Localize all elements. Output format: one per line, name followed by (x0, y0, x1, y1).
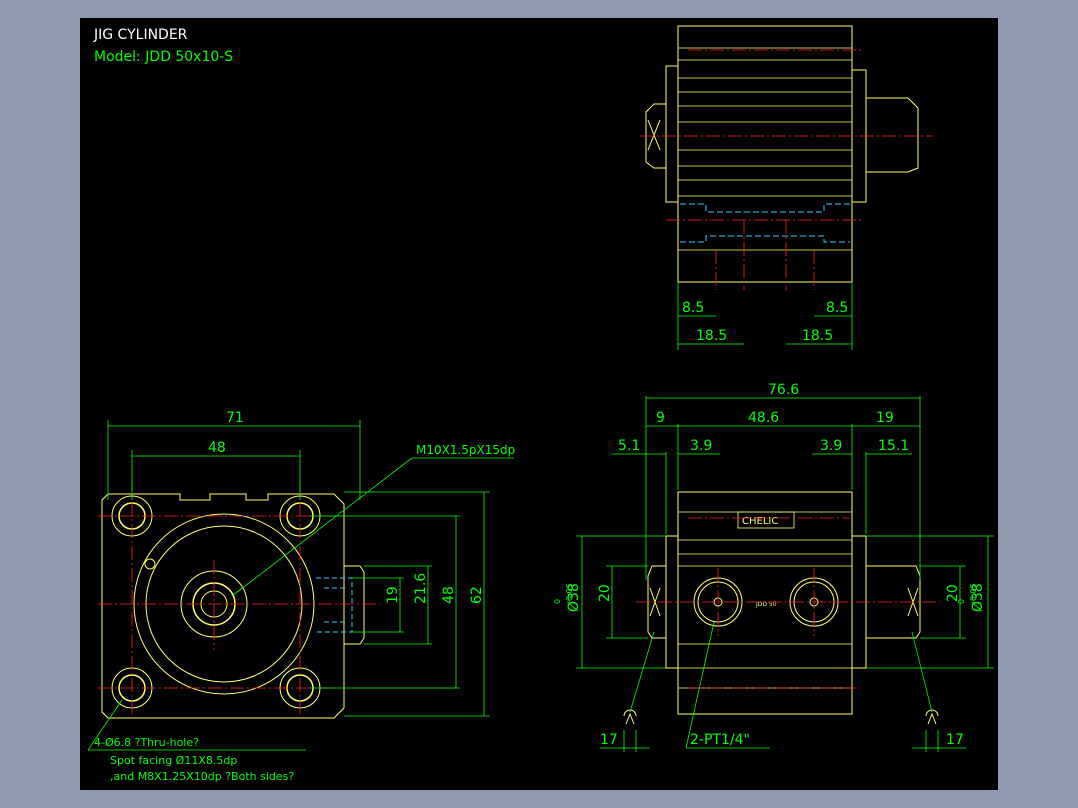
dim-15-1: 15.1 (878, 438, 909, 454)
thread-note: ,and M8X1.25X10dp ?Both sides? (110, 770, 294, 783)
dim-width-48: 48 (208, 440, 226, 456)
thread-callout: M10X1.5pX15dp (416, 443, 515, 457)
dim-overall-76-6: 76.6 (768, 382, 799, 398)
dim-48-6: 48.6 (748, 410, 779, 426)
drawing-canvas: JIG CYLINDER Model: JDD 50x10-S 8.5 8.5 … (80, 18, 998, 790)
dim-height-48: 48 (441, 586, 457, 604)
dim-height-62: 62 (469, 586, 485, 604)
dim-width-71: 71 (226, 410, 244, 426)
top-view-hidden (680, 203, 850, 243)
left-port-mark (647, 119, 661, 151)
dim-17-right: 17 (946, 732, 964, 748)
front-view (623, 491, 939, 725)
dim-20-left: 20 (597, 584, 613, 602)
top-view-dim-text: 8.5 8.5 18.5 18.5 (682, 300, 848, 344)
left-view (101, 493, 365, 719)
front-labels: CHELIC JDD 50 (742, 516, 778, 608)
hole-note: 4-Ø6.8 ?Thru-hole? (94, 736, 199, 749)
cad-drawing: 8.5 8.5 18.5 18.5 71 48 19 21.6 48 62 M1… (87, 25, 994, 783)
front-view-dim-text: 76.6 9 48.6 19 5.1 3.9 3.9 15.1 20 20 17… (553, 382, 986, 748)
tol-lower-right: -0.05 (969, 583, 978, 604)
dim-17-left: 17 (600, 732, 618, 748)
dim-top-18-5-right: 18.5 (802, 328, 833, 344)
dim-9: 9 (656, 410, 665, 426)
dim-height-21-6: 21.6 (413, 573, 429, 604)
tol-upper-right: 0 (957, 599, 966, 604)
dim-top-8-5-right: 8.5 (826, 300, 848, 316)
left-view-hidden (316, 577, 353, 633)
dim-19: 19 (876, 410, 894, 426)
front-view-centerlines (636, 517, 940, 689)
tol-upper-left: 0 (553, 599, 562, 604)
dim-3-9-right: 3.9 (820, 438, 842, 454)
dim-top-8-5-left: 8.5 (682, 300, 704, 316)
top-view-centerlines (640, 49, 932, 290)
dim-height-19: 19 (385, 586, 401, 604)
wrench-left (623, 709, 637, 725)
left-view-dim-text: 71 48 19 21.6 48 62 M10X1.5pX15dp 4-Ø6.8… (94, 410, 515, 783)
top-view (645, 25, 919, 283)
dim-3-9-left: 3.9 (690, 438, 712, 454)
spot-facing-note: Spot facing Ø11X8.5dp (110, 754, 237, 767)
dim-5-1: 5.1 (618, 438, 640, 454)
tol-lower-left: -0.05 (565, 583, 574, 604)
dim-top-18-5-left: 18.5 (696, 328, 727, 344)
wrench-right (925, 709, 939, 725)
top-view-left-cap (665, 65, 679, 203)
piston-rod (866, 97, 919, 173)
port-note: 2-PT1/4" (690, 732, 750, 748)
top-view-body (677, 25, 853, 283)
